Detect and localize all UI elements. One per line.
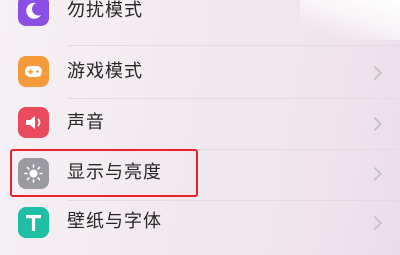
- settings-item-label: 壁纸与字体: [67, 211, 162, 232]
- settings-list: 勿扰模式 游戏模式 声音 显示与亮度 壁纸与字体: [0, 0, 400, 255]
- settings-item-sound[interactable]: 声音: [0, 99, 400, 149]
- chevron-right-icon: [367, 215, 383, 231]
- divider: [67, 45, 400, 46]
- moon-icon: [18, 0, 49, 26]
- settings-item-label: 勿扰模式: [67, 0, 143, 21]
- settings-item-wallpaper-font[interactable]: 壁纸与字体: [0, 201, 400, 251]
- chevron-right-icon: [367, 116, 383, 132]
- chevron-right-icon: [367, 65, 383, 81]
- speaker-icon: [18, 107, 49, 138]
- settings-item-label: 游戏模式: [67, 61, 143, 82]
- settings-item-game-mode[interactable]: 游戏模式: [0, 47, 400, 97]
- text-t-icon: [18, 207, 49, 238]
- screen-glare: [300, 0, 400, 40]
- gamepad-icon: [18, 56, 49, 87]
- settings-item-label: 声音: [67, 112, 105, 133]
- highlight-box: [10, 149, 198, 197]
- chevron-right-icon: [367, 166, 383, 182]
